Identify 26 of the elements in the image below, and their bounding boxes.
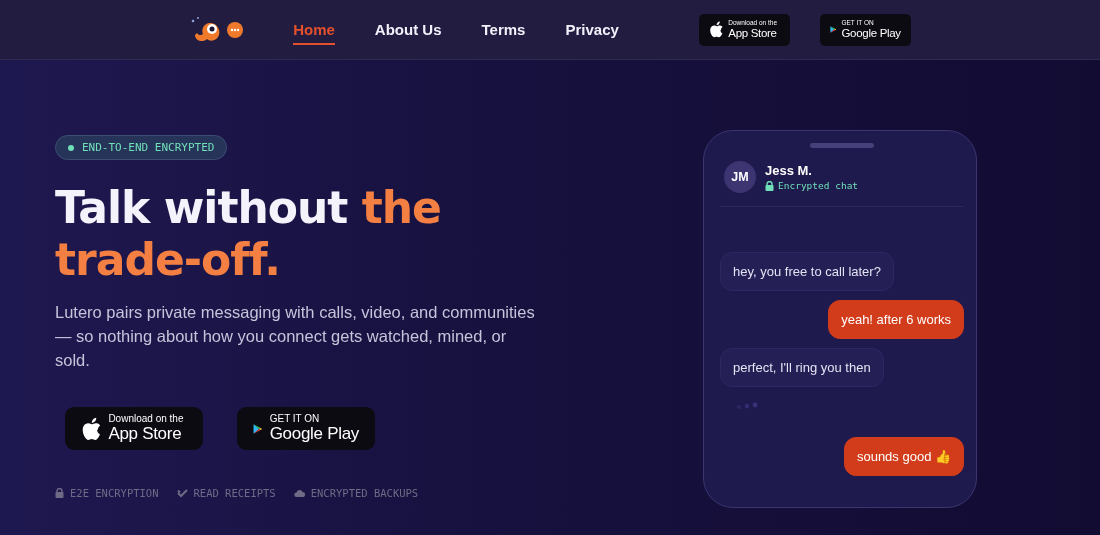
avatar: JM: [724, 161, 756, 193]
nav-link[interactable]: Terms: [481, 14, 526, 45]
message-bubble: yeah! after 6 works: [828, 300, 964, 339]
double-check-icon: [176, 488, 188, 498]
feature-label: READ RECEIPTS: [193, 487, 276, 499]
message-bubble: sounds good 👍: [843, 437, 964, 476]
google-play-button[interactable]: GET IT ON Google Play: [237, 407, 375, 450]
apple-icon: [81, 416, 102, 441]
feature-label: E2E ENCRYPTION: [70, 487, 159, 499]
hero-title: Talk without the trade-off.: [55, 182, 442, 286]
lock-icon: [765, 180, 774, 191]
chat-status: Encrypted chat: [778, 180, 859, 191]
message-bubble: hey, you free to call later?: [720, 252, 894, 291]
nav-link[interactable]: About Us: [374, 14, 442, 45]
lock-icon: [55, 488, 64, 498]
contact-name: Jess M.: [765, 163, 813, 178]
app-store-button[interactable]: Download on the App Store: [65, 407, 203, 450]
typing-indicator-icon: [736, 402, 760, 410]
apple-icon: [708, 21, 724, 38]
feature-label: ENCRYPTED BACKUPS: [310, 487, 419, 499]
hero-description: Lutero pairs private messaging with calls, video, and communities — so nothing about how you connect gets watched, mined, or sold.: [55, 302, 535, 371]
cloud-icon: [293, 489, 305, 497]
message-bubble: perfect, I'll ring you then: [720, 348, 884, 387]
nav-link[interactable]: Privacy: [565, 14, 619, 45]
encryption-badge: END-TO-END ENCRYPTED: [55, 135, 228, 160]
nav-link[interactable]: Home: [293, 14, 335, 45]
